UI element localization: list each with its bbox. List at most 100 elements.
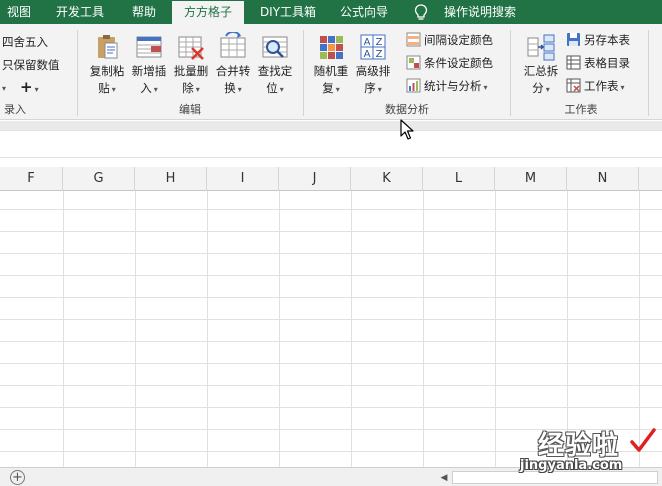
advanced-sort-label-2: 序 ▾	[364, 81, 382, 95]
ribbon-tab-bar: 视图 开发工具 帮助 方方格子 DIY工具箱 公式向导 操作说明搜索	[0, 0, 662, 24]
find-locate-icon	[262, 36, 288, 58]
summarize-split-label-2: 分 ▾	[532, 81, 550, 95]
column-line	[279, 191, 280, 467]
group-separator	[510, 30, 511, 116]
ribbon-spacer	[0, 121, 662, 130]
merge-convert-label-1: 合并转	[215, 64, 251, 78]
tab-diy-toolbox[interactable]: DIY工具箱	[252, 0, 324, 24]
grid-spacer	[0, 158, 662, 167]
save-sheet-label: 另存本表	[584, 33, 630, 47]
column-line	[207, 191, 208, 467]
watermark-url: jingyanla.com	[520, 458, 623, 473]
keep-value-button[interactable]: 只保留数值	[2, 55, 60, 75]
group-separator	[303, 30, 304, 116]
save-sheet-button[interactable]: 另存本表	[566, 30, 630, 50]
column-header-j[interactable]: J	[279, 167, 351, 191]
tab-help[interactable]: 帮助	[122, 0, 166, 24]
tab-fangfang[interactable]: 方方格子	[172, 1, 244, 24]
group-label-data-analysis: 数据分析	[385, 103, 429, 116]
summarize-split-icon	[527, 34, 555, 61]
formula-bar[interactable]	[0, 130, 662, 158]
clipboard-icon	[98, 35, 118, 59]
column-line	[351, 191, 352, 467]
svg-text:Z: Z	[376, 49, 383, 60]
round-button[interactable]: 四舍五入	[2, 32, 48, 52]
row-line	[0, 275, 662, 276]
column-header-i[interactable]: I	[207, 167, 279, 191]
save-sheet-icon	[567, 33, 580, 46]
group-label-edit: 编辑	[179, 103, 201, 116]
chevron-down-icon[interactable]: ▾	[0, 77, 6, 97]
column-header-k[interactable]: K	[351, 167, 423, 191]
watermark: 经验啦 jingyanla.com	[520, 425, 660, 485]
checkmark-icon	[630, 428, 656, 452]
tab-formula-wizard[interactable]: 公式向导	[332, 0, 396, 24]
round-label: 四舍五入	[2, 35, 48, 49]
batch-delete-label-1: 批量删	[173, 64, 209, 78]
summarize-split-button[interactable]: 汇总拆 分 ▾	[520, 30, 562, 100]
group-label-input: 录入	[4, 103, 26, 116]
column-headers: F G H I J K L M N	[0, 167, 662, 191]
find-locate-label-1: 查找定	[257, 64, 293, 78]
row-line	[0, 231, 662, 232]
svg-text:Z: Z	[376, 37, 383, 48]
row-line	[0, 407, 662, 408]
merge-convert-label-2: 换 ▾	[224, 81, 242, 95]
column-header-n[interactable]: N	[567, 167, 639, 191]
plus-button[interactable]: + ▾	[20, 77, 39, 97]
summarize-split-label-1: 汇总拆	[523, 64, 559, 78]
random-repeat-label-1: 随机重	[313, 64, 349, 78]
tell-me-search[interactable]: 操作说明搜索	[436, 0, 524, 24]
table-directory-label: 表格目录	[584, 56, 630, 70]
copy-paste-button[interactable]: 复制粘 贴 ▾	[86, 30, 128, 100]
row-line	[0, 209, 662, 210]
column-header-h[interactable]: H	[135, 167, 207, 191]
keep-value-label: 只保留数值	[2, 58, 60, 72]
interval-color-icon	[406, 32, 421, 47]
column-header-m[interactable]: M	[495, 167, 567, 191]
column-header-f[interactable]: F	[0, 167, 63, 191]
row-line	[0, 363, 662, 364]
lightbulb-icon	[410, 0, 432, 24]
scroll-left-icon[interactable]: ◀	[437, 471, 451, 485]
row-line	[0, 385, 662, 386]
find-locate-button[interactable]: 查找定 位 ▾	[254, 30, 296, 100]
tab-view[interactable]: 视图	[0, 0, 38, 24]
row-line	[0, 319, 662, 320]
svg-text:A: A	[364, 49, 371, 60]
mouse-cursor-icon	[400, 119, 414, 140]
group-separator	[648, 30, 649, 116]
statistics-button[interactable]: 统计与分析 ▾	[406, 76, 488, 96]
interval-color-button[interactable]: 间隔设定颜色	[406, 30, 493, 50]
worksheet-button[interactable]: 工作表 ▾	[566, 76, 625, 96]
watermark-text: 经验啦	[538, 431, 620, 461]
tab-developer[interactable]: 开发工具	[46, 0, 114, 24]
advanced-sort-label-1: 高级排	[355, 64, 391, 78]
advanced-sort-icon: A Z A Z	[360, 34, 386, 60]
random-repeat-label-2: 复 ▾	[322, 81, 340, 95]
svg-text:A: A	[364, 37, 371, 48]
batch-delete-button[interactable]: 批量删 除 ▾	[170, 30, 212, 100]
table-directory-button[interactable]: 表格目录	[566, 53, 630, 73]
batch-delete-icon	[178, 36, 204, 60]
row-line	[0, 341, 662, 342]
condition-color-button[interactable]: 条件设定颜色	[406, 53, 493, 73]
ribbon: 四舍五入 只保留数值 ▾ + ▾ 录入 复制粘 贴 ▾ 新增插 入 ▾ 批量删 …	[0, 24, 662, 120]
insert-button[interactable]: 新增插 入 ▾	[128, 30, 170, 100]
interval-color-label: 间隔设定颜色	[424, 33, 493, 47]
column-line	[423, 191, 424, 467]
advanced-sort-button[interactable]: A Z A Z 高级排 序 ▾	[352, 30, 394, 100]
insert-label-2: 入 ▾	[140, 81, 158, 95]
insert-label-1: 新增插	[131, 64, 167, 78]
merge-convert-button[interactable]: 合并转 换 ▾	[212, 30, 254, 100]
column-line	[135, 191, 136, 467]
batch-delete-label-2: 除 ▾	[182, 81, 200, 95]
group-label-worksheet: 工作表	[564, 103, 598, 116]
column-header-l[interactable]: L	[423, 167, 495, 191]
merge-convert-icon	[220, 32, 246, 58]
column-header-g[interactable]: G	[63, 167, 135, 191]
random-repeat-button[interactable]: 随机重 复 ▾	[310, 30, 352, 100]
random-repeat-icon	[320, 36, 343, 59]
copy-paste-label-1: 复制粘	[89, 64, 125, 78]
add-sheet-icon[interactable]: +	[10, 470, 25, 485]
